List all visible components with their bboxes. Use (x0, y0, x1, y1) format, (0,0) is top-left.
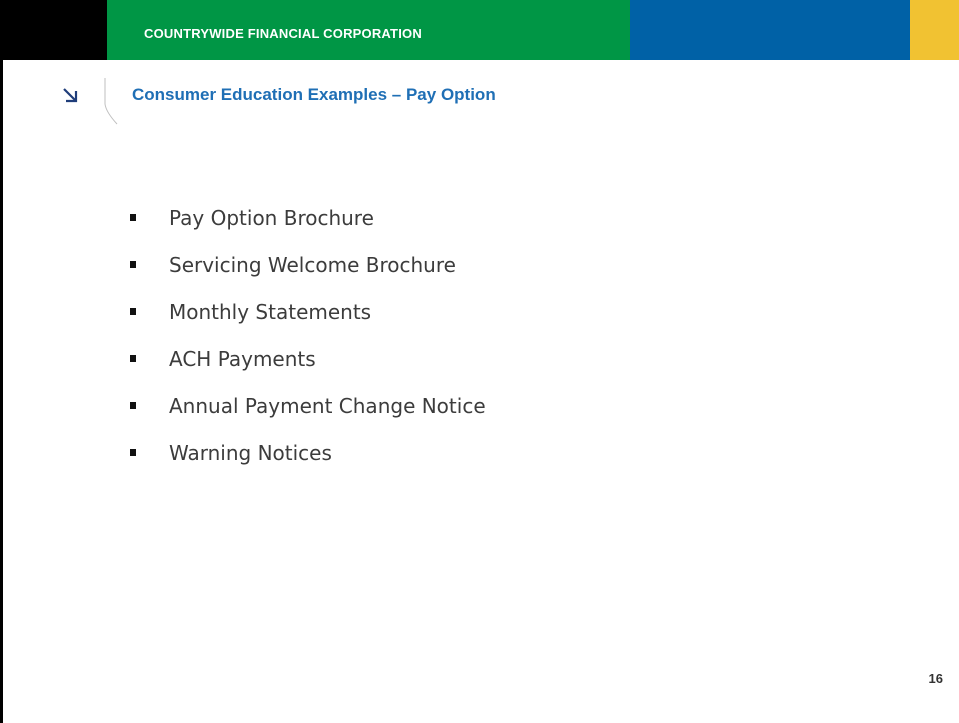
page-number: 16 (928, 671, 943, 686)
header-yellow-block (910, 0, 959, 60)
slide-title: Consumer Education Examples – Pay Option (132, 85, 496, 104)
bullet-list: Pay Option Brochure Servicing Welcome Br… (120, 198, 486, 480)
list-item: Pay Option Brochure (120, 198, 486, 245)
bullet-marker (130, 308, 136, 315)
header-blue-block (630, 0, 910, 60)
bullet-marker (130, 261, 136, 268)
left-border (0, 0, 3, 723)
list-item: Warning Notices (120, 433, 486, 480)
list-item-label: Pay Option Brochure (169, 206, 374, 230)
list-item: ACH Payments (120, 339, 486, 386)
list-item: Annual Payment Change Notice (120, 386, 486, 433)
bullet-marker (130, 402, 136, 409)
list-item: Monthly Statements (120, 292, 486, 339)
bullet-marker (130, 214, 136, 221)
title-divider (104, 78, 118, 125)
list-item-label: Warning Notices (169, 441, 332, 465)
list-item-label: ACH Payments (169, 347, 316, 371)
company-name: COUNTRYWIDE FINANCIAL CORPORATION (144, 26, 422, 41)
arrow-down-right-icon (63, 88, 78, 103)
list-item: Servicing Welcome Brochure (120, 245, 486, 292)
bullet-marker (130, 449, 136, 456)
list-item-label: Servicing Welcome Brochure (169, 253, 456, 277)
bullet-marker (130, 355, 136, 362)
list-item-label: Annual Payment Change Notice (169, 394, 486, 418)
header-black-block (0, 0, 107, 60)
list-item-label: Monthly Statements (169, 300, 372, 324)
slide: COUNTRYWIDE FINANCIAL CORPORATION Consum… (0, 0, 959, 723)
header-bar: COUNTRYWIDE FINANCIAL CORPORATION (0, 0, 959, 60)
